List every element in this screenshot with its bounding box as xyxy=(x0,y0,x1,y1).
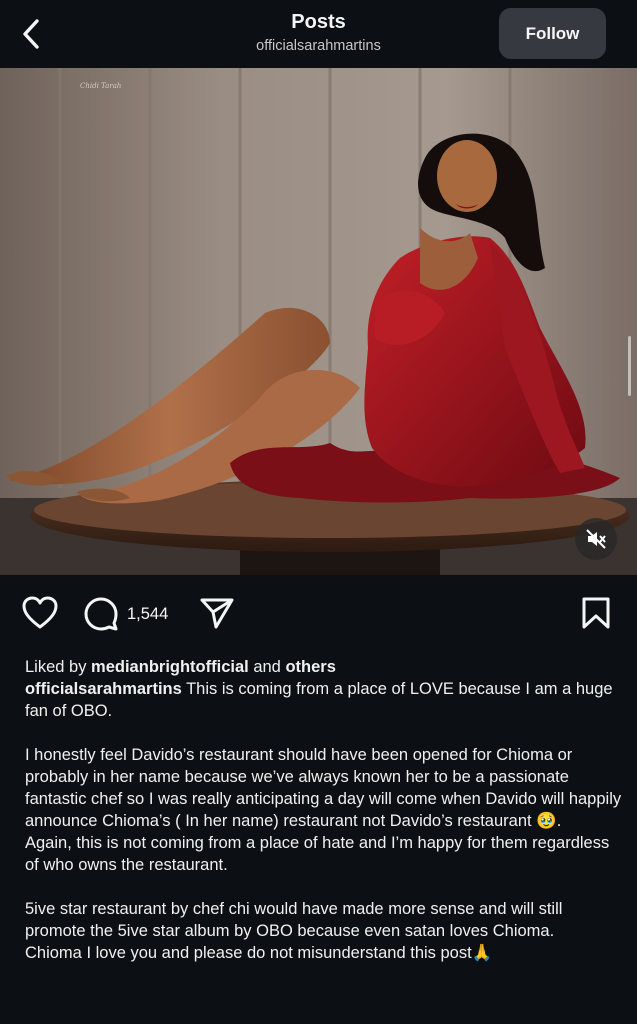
share-button[interactable] xyxy=(199,596,235,630)
post-photo-illustration: Chidi Tarah xyxy=(0,68,637,575)
comment-count: 1,544 xyxy=(127,604,169,623)
liked-by-and: and xyxy=(248,658,286,676)
post-actions: 1,544 xyxy=(0,590,637,642)
mute-button[interactable] xyxy=(575,518,617,560)
bookmark-icon xyxy=(582,597,610,629)
top-bar: Posts officialsarahmartins Follow xyxy=(0,0,637,68)
scrollbar[interactable] xyxy=(628,336,631,396)
save-button[interactable] xyxy=(581,596,611,630)
follow-button[interactable]: Follow xyxy=(499,8,606,59)
comment-button[interactable]: 1,544 xyxy=(83,596,168,632)
caption-para5-text: Chioma I love you and please do not misu… xyxy=(25,944,472,962)
caption-author-link[interactable]: officialsarahmartins xyxy=(25,680,182,698)
caption-paragraph-5: Chioma I love you and please do not misu… xyxy=(25,942,625,964)
caption-paragraph-4: 5ive star restaurant by chef chi would h… xyxy=(25,900,563,940)
muted-speaker-icon xyxy=(586,529,606,549)
pleading-face-emoji: 🥹 xyxy=(536,812,557,830)
caption-first-paragraph: officialsarahmartins This is coming from… xyxy=(25,678,625,722)
post-image[interactable]: Chidi Tarah xyxy=(0,68,637,575)
liked-by-user-link[interactable]: medianbrightofficial xyxy=(91,658,249,676)
caption-paragraph-3: Again, this is not coming from a place o… xyxy=(25,834,610,874)
like-button[interactable] xyxy=(22,596,58,630)
liked-by-line: Liked by medianbrightofficial and others xyxy=(25,656,625,678)
caption-paragraph-2: I honestly feel Davido’s restaurant shou… xyxy=(25,744,625,832)
folded-hands-emoji: 🙏 xyxy=(471,944,493,962)
liked-by-prefix: Liked by xyxy=(25,658,92,676)
send-icon xyxy=(200,598,234,629)
post-caption: Liked by medianbrightofficial and others… xyxy=(25,656,625,964)
caption-para2-text: I honestly feel Davido’s restaurant shou… xyxy=(25,746,622,830)
caption-para2-end: . xyxy=(556,812,562,830)
liked-by-others-link[interactable]: others xyxy=(285,658,335,676)
heart-icon xyxy=(22,596,58,629)
comment-icon xyxy=(84,597,118,631)
photo-watermark: Chidi Tarah xyxy=(80,82,121,90)
